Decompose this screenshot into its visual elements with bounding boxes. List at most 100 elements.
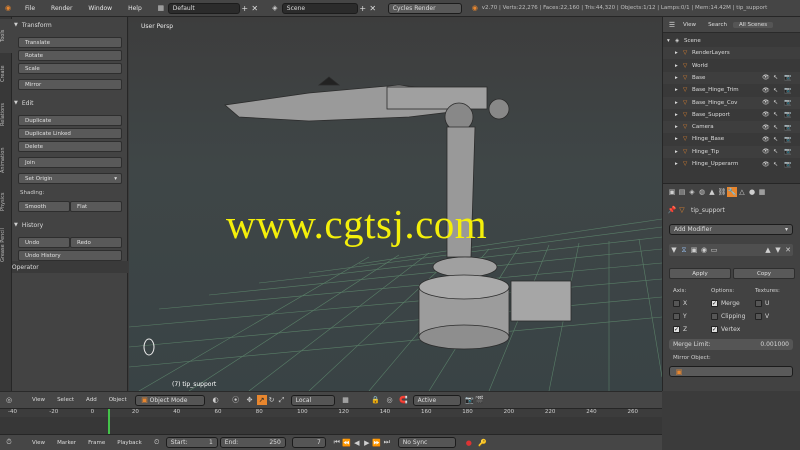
outliner-item[interactable]: ▸ ▽ Base 👁 ↖ 📷 (663, 71, 800, 84)
snap-icon[interactable]: 🧲 (399, 395, 409, 405)
outliner-item[interactable]: ▸ ▽ RenderLayers (663, 47, 800, 60)
visibility-icon[interactable]: 👁 (762, 161, 773, 168)
expand-triangle-icon[interactable]: ▸ (675, 136, 683, 142)
render-icon[interactable]: 📷 (784, 124, 795, 131)
viewport-toggle-icon[interactable]: ▭ (709, 245, 719, 255)
visibility-icon[interactable]: 👁 (762, 148, 773, 155)
outliner-item[interactable]: ▸ ▽ Hinge_Base 👁 ↖ 📷 (663, 133, 800, 145)
blender-logo-icon[interactable]: ◉ (3, 3, 13, 13)
scale-button[interactable]: Scale (18, 63, 122, 74)
marker-menu[interactable]: Marker (51, 440, 82, 446)
select-menu[interactable]: Select (51, 397, 80, 403)
scale-manipulator-icon[interactable]: ⤢ (277, 395, 287, 405)
visibility-icon[interactable]: 👁 (762, 124, 773, 131)
layers-icon[interactable]: ▦ (341, 395, 351, 405)
end-frame-field[interactable]: End: 250 (219, 437, 286, 448)
add-layout-icon[interactable]: + (240, 3, 250, 14)
next-keyframe-icon[interactable]: ⏩ (372, 438, 382, 448)
texture-v-checkbox[interactable]: V (755, 313, 769, 320)
outliner-search-menu[interactable]: Search (702, 22, 733, 28)
outliner-display-select[interactable]: All Scenes (732, 21, 774, 28)
operator-panel-header[interactable]: ▼Operator (4, 261, 128, 273)
playback-menu[interactable]: Playback (111, 440, 148, 446)
transform-orientation-select[interactable]: Local (290, 394, 335, 406)
jump-end-icon[interactable]: ⏭ (382, 438, 392, 448)
tab-tools[interactable]: Tools (0, 19, 12, 53)
vertex-groups-checkbox[interactable]: ✓ Vertex (711, 326, 740, 333)
copy-button[interactable]: Copy (733, 268, 795, 279)
remove-scene-icon[interactable]: ✕ (368, 3, 378, 14)
outliner-item[interactable]: ▸ ▽ Base_Hinge_Cov 👁 ↖ 📷 (663, 96, 800, 109)
tab-grease-pencil[interactable]: Grease Pencil (0, 223, 12, 267)
data-tab-icon[interactable]: △ (737, 187, 747, 197)
outliner-item[interactable]: ▸ ▽ Base_Hinge_Trim 👁 ↖ 📷 (663, 84, 800, 96)
render-icon[interactable]: 📷 (784, 161, 795, 168)
apply-button[interactable]: Apply (669, 268, 731, 279)
outliner-item[interactable]: ▸ ▽ Hinge_Tip 👁 ↖ 📷 (663, 145, 800, 158)
render-icon[interactable]: 📷 (784, 111, 795, 118)
layers-tab-icon[interactable]: ▤ (677, 187, 687, 197)
redo-button[interactable]: Redo (70, 237, 122, 248)
collapse-triangle-icon[interactable]: ▼ (669, 245, 679, 255)
outliner-item[interactable]: ▾ ◈ Scene (663, 35, 800, 47)
keying-set-icon[interactable]: 🔑 (478, 438, 488, 448)
merge-checkbox[interactable]: ✓ Merge (711, 300, 740, 307)
render-toggle-icon[interactable]: ◉ (699, 245, 709, 255)
set-origin-button[interactable]: Set Origin ▾ (18, 173, 122, 184)
pivot-point-icon[interactable]: ⦿ (231, 395, 241, 405)
history-panel-header[interactable]: ▼ History (14, 219, 126, 231)
add-menu[interactable]: Add (80, 397, 103, 403)
move-down-icon[interactable]: ▼ (773, 245, 783, 255)
pin-icon[interactable]: 📌 (667, 205, 677, 215)
viewport-shading-icon[interactable]: ◐ (211, 395, 221, 405)
tab-create[interactable]: Create (0, 57, 12, 91)
join-button[interactable]: Join (18, 157, 122, 168)
shade-flat-button[interactable]: Flat (70, 201, 122, 212)
undo-button[interactable]: Undo (18, 237, 70, 248)
rotate-manipulator-icon[interactable]: ↻ (267, 395, 277, 405)
duplicate-button[interactable]: Duplicate (18, 115, 122, 126)
editor-type-icon[interactable]: ◎ (4, 395, 14, 405)
timeline-editor-icon[interactable]: ⏱ (4, 438, 14, 448)
visibility-icon[interactable]: 👁 (762, 111, 773, 118)
scene-field[interactable]: Scene (281, 2, 358, 14)
current-frame-field[interactable]: 7 (291, 437, 326, 448)
jump-start-icon[interactable]: ⏮ (332, 438, 342, 448)
layout-field[interactable]: Default (167, 2, 240, 14)
expand-triangle-icon[interactable]: ▸ (675, 149, 683, 155)
add-modifier-select[interactable]: Add Modifier ▾ (669, 224, 793, 235)
material-tab-icon[interactable]: ● (747, 187, 757, 197)
outliner-view-menu[interactable]: View (677, 22, 702, 28)
select-icon[interactable]: ↖ (773, 148, 784, 155)
outliner-editor-icon[interactable]: ☰ (667, 20, 677, 30)
world-tab-icon[interactable]: ◍ (697, 187, 707, 197)
mirror-button[interactable]: Mirror (18, 79, 122, 90)
snap-target-select[interactable]: Active (412, 394, 461, 406)
modifiers-tab-icon[interactable]: 🔧 (727, 187, 737, 197)
transform-panel-header[interactable]: ▼ Transform (14, 19, 126, 31)
select-icon[interactable]: ↖ (773, 111, 784, 118)
shade-smooth-button[interactable]: Smooth (18, 201, 70, 212)
menu-help[interactable]: Help (120, 5, 150, 12)
tab-physics[interactable]: Physics (0, 185, 12, 219)
start-frame-field[interactable]: Start: 1 (165, 437, 218, 448)
outliner-item[interactable]: ▸ ▽ Base_Support 👁 ↖ 📷 (663, 109, 800, 121)
object-menu[interactable]: Object (103, 397, 133, 403)
expand-triangle-icon[interactable]: ▸ (675, 112, 683, 118)
clipping-checkbox[interactable]: Clipping (711, 313, 745, 320)
outliner-item[interactable]: ▸ ▽ World (663, 60, 800, 72)
current-frame-indicator[interactable] (108, 409, 110, 435)
axis-x-checkbox[interactable]: X (673, 300, 687, 307)
menu-file[interactable]: File (17, 5, 43, 12)
tab-animation[interactable]: Animation (0, 139, 12, 181)
preview-range-icon[interactable]: ⏲ (152, 438, 162, 448)
axis-z-checkbox[interactable]: ✓ Z (673, 326, 687, 333)
remove-layout-icon[interactable]: ✕ (250, 3, 260, 14)
rotate-button[interactable]: Rotate (18, 50, 122, 61)
remove-modifier-icon[interactable]: ✕ (783, 245, 793, 255)
render-engine-select[interactable]: Cycles Render (387, 2, 462, 14)
move-up-icon[interactable]: ▲ (763, 245, 773, 255)
select-icon[interactable]: ↖ (773, 124, 784, 131)
manipulator-icon[interactable]: ✥ (245, 395, 255, 405)
select-icon[interactable]: ↖ (773, 136, 784, 143)
